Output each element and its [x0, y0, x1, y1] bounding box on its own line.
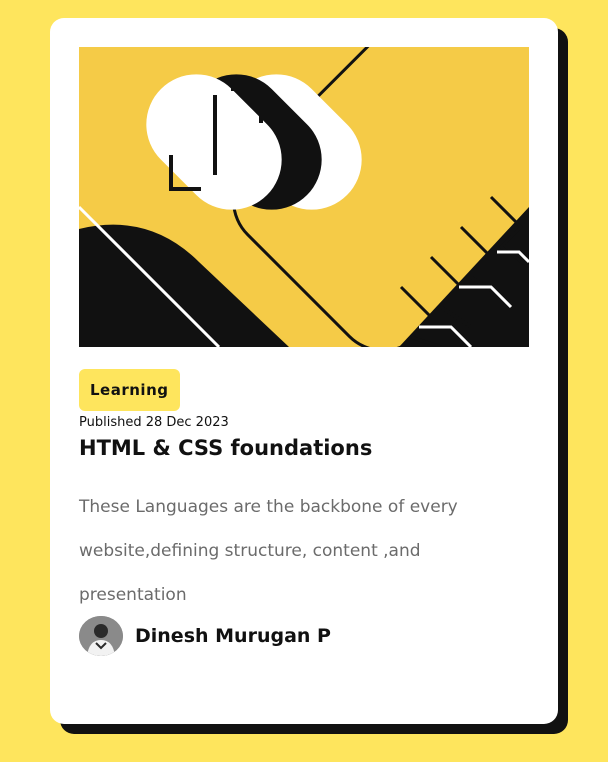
author-name[interactable]: Dinesh Murugan P: [135, 625, 331, 647]
author-avatar: [79, 616, 123, 656]
card-title[interactable]: HTML & CSS foundations: [79, 436, 372, 460]
blog-preview-card: Learning Published 28 Dec 2023 HTML & CS…: [50, 18, 558, 724]
category-tag[interactable]: Learning: [79, 369, 180, 411]
hero-illustration: [79, 47, 529, 347]
published-date: Published 28 Dec 2023: [79, 415, 229, 430]
author: Dinesh Murugan P: [79, 615, 331, 657]
card-description: These Languages are the backbone of ever…: [79, 497, 458, 605]
